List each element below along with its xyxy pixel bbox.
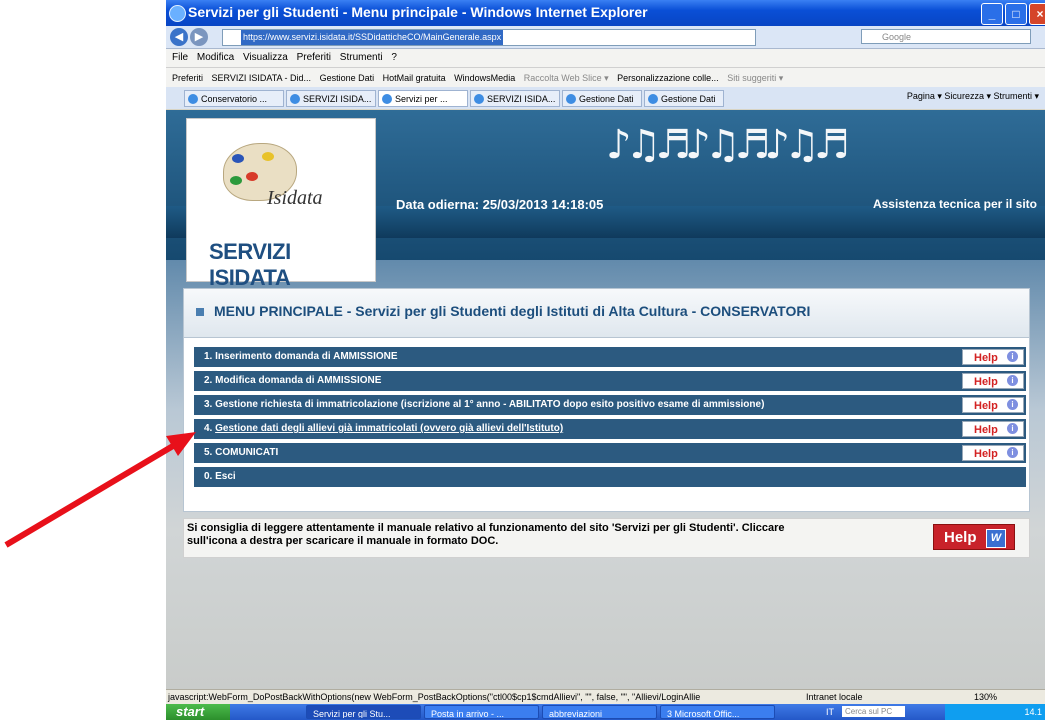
menu-item-gestione-allievi[interactable]: 4. Gestione dati degli allievi già immat…: [194, 419, 1026, 439]
info-icon: i: [1007, 399, 1018, 410]
menu-heading: MENU PRINCIPALE - Servizi per gli Studen…: [214, 303, 811, 319]
logo-brand: Isidata: [267, 187, 323, 209]
help-label: Help: [974, 400, 998, 412]
current-date: Data odierna: 25/03/2013 14:18:05: [396, 197, 604, 212]
favorite-link[interactable]: Siti suggeriti ▾: [727, 73, 783, 83]
help-label: Help: [974, 352, 998, 364]
info-icon: i: [1007, 375, 1018, 386]
help-label: Help: [974, 376, 998, 388]
help-button[interactable]: Help i: [962, 445, 1024, 461]
word-icon: W: [986, 529, 1006, 548]
task-servizi[interactable]: Servizi per gli Stu...: [306, 705, 421, 719]
maximize-button[interactable]: □: [1005, 3, 1027, 25]
menu-item-label: 4. Gestione dati degli allievi già immat…: [204, 419, 563, 439]
help-label: Help: [974, 448, 998, 460]
system-tray: 14.1: [945, 704, 1045, 720]
favorite-link[interactable]: Personalizzazione colle...: [617, 73, 719, 83]
favorite-link[interactable]: SERVIZI ISIDATA - Did...: [212, 73, 312, 83]
menu-item-comunicati[interactable]: 5. COMUNICATI Help i: [194, 443, 1026, 463]
url-text: https://www.servizi.isidata.it/SSDidatti…: [241, 30, 504, 45]
zoom-level[interactable]: 130%: [974, 690, 997, 705]
menu-bar: File Modifica Visualizza Preferiti Strum…: [166, 49, 1045, 67]
task-posta[interactable]: Posta in arrivo - ...: [424, 705, 539, 719]
info-icon: i: [1007, 423, 1018, 434]
menu-item-label: 2. Modifica domanda di AMMISSIONE: [204, 375, 382, 386]
menu-strumenti[interactable]: Strumenti: [340, 52, 383, 63]
start-button[interactable]: start: [166, 704, 230, 720]
favorite-link[interactable]: WindowsMedia: [454, 73, 515, 83]
menu-item-label: 0. Esci: [204, 471, 236, 482]
logo-text: SERVIZI ISIDATA: [209, 239, 291, 290]
page-content: ♪♫♬♪♫♬♪♫♬ Data odierna: 25/03/2013 14:18…: [166, 110, 1045, 689]
main-menu-panel: MENU PRINCIPALE - Servizi per gli Studen…: [183, 288, 1030, 512]
language-indicator[interactable]: IT: [826, 704, 834, 720]
tab-servizi-per[interactable]: Servizi per ...: [378, 90, 468, 107]
menu-item-label: 5. COMUNICATI: [204, 447, 279, 458]
minimize-button[interactable]: _: [981, 3, 1003, 25]
menu-item-modifica[interactable]: 2. Modifica domanda di AMMISSIONE Help i: [194, 371, 1026, 391]
search-field[interactable]: Google: [861, 29, 1031, 44]
desktop-search[interactable]: Cerca sul PC: [842, 706, 905, 717]
menu-visualizza[interactable]: Visualizza: [243, 52, 288, 63]
tab-servizi-isidata[interactable]: SERVIZI ISIDA...: [286, 90, 376, 107]
menu-item-inserimento[interactable]: 1. Inserimento domanda di AMMISSIONE Hel…: [194, 347, 1026, 367]
red-arrow-annotation: [4, 432, 196, 548]
menu-item-label: 1. Inserimento domanda di AMMISSIONE: [204, 351, 398, 362]
tab-servizi-isidata-2[interactable]: SERVIZI ISIDA...: [470, 90, 560, 107]
taskbar: start Servizi per gli Stu... Posta in ar…: [166, 704, 1045, 720]
task-office[interactable]: 3 Microsoft Offic...: [660, 705, 775, 719]
arrow-shaft: [4, 440, 180, 548]
menu-item-immatricolazione[interactable]: 3. Gestione richiesta di immatricolazion…: [194, 395, 1026, 415]
status-bar: javascript:WebForm_DoPostBackWithOptions…: [166, 689, 1045, 705]
tab-gestione-dati[interactable]: Gestione Dati: [562, 90, 642, 107]
url-field[interactable]: https://www.servizi.isidata.it/SSDidatti…: [222, 29, 756, 46]
menu-help[interactable]: ?: [391, 52, 397, 63]
help-button[interactable]: Help i: [962, 349, 1024, 365]
menu-item-number: 4.: [204, 423, 216, 434]
tab-bar: Conservatorio ... SERVIZI ISIDA... Servi…: [166, 87, 1045, 109]
favorite-link[interactable]: Raccolta Web Slice ▾: [524, 73, 609, 83]
address-bar: ◀ ▶ https://www.servizi.isidata.it/SSDid…: [166, 26, 1045, 49]
manual-notice: Si consiglia di leggere attentamente il …: [183, 518, 1030, 558]
info-icon: i: [1007, 351, 1018, 362]
close-button[interactable]: ×: [1029, 3, 1045, 25]
favorites-bar: Preferiti SERVIZI ISIDATA - Did... Gesti…: [166, 67, 1045, 88]
menu-item-link[interactable]: Gestione dati degli allievi già immatric…: [215, 423, 563, 434]
menu-modifica[interactable]: Modifica: [197, 52, 234, 63]
assistance-link[interactable]: Assistenza tecnica per il sito: [873, 197, 1037, 211]
manual-text: Si consiglia di leggere attentamente il …: [187, 522, 785, 547]
window-title: Servizi per gli Studenti - Menu principa…: [188, 4, 648, 20]
help-button[interactable]: Help i: [962, 373, 1024, 389]
tab-tools[interactable]: Pagina ▾ Sicurezza ▾ Strumenti ▾: [907, 91, 1039, 102]
security-zone: Intranet locale: [806, 692, 863, 702]
favorite-link[interactable]: Gestione Dati: [320, 73, 375, 83]
menu-item-esci[interactable]: 0. Esci: [194, 467, 1026, 487]
isidata-logo: Isidata SERVIZI ISIDATA: [186, 118, 376, 290]
help-label: Help: [974, 424, 998, 436]
manual-help-label: Help: [944, 529, 977, 546]
info-icon: i: [1007, 447, 1018, 458]
status-link: javascript:WebForm_DoPostBackWithOptions…: [168, 692, 701, 702]
task-abbreviazioni[interactable]: abbreviazioni: [542, 705, 657, 719]
favorite-link[interactable]: HotMail gratuita: [383, 73, 446, 83]
tab-gestione-dati-2[interactable]: Gestione Dati: [644, 90, 724, 107]
clock: 14.1: [1024, 707, 1042, 717]
title-bar: Servizi per gli Studenti - Menu principa…: [166, 0, 1045, 26]
help-button[interactable]: Help i: [962, 397, 1024, 413]
browser-window: Servizi per gli Studenti - Menu principa…: [166, 0, 1045, 720]
manual-help-button[interactable]: Help W: [933, 524, 1015, 550]
menu-preferiti[interactable]: Preferiti: [297, 52, 331, 63]
help-button[interactable]: Help i: [962, 421, 1024, 437]
menu-heading-bar: MENU PRINCIPALE - Servizi per gli Studen…: [184, 289, 1029, 338]
menu-item-label: 3. Gestione richiesta di immatricolazion…: [204, 399, 765, 410]
